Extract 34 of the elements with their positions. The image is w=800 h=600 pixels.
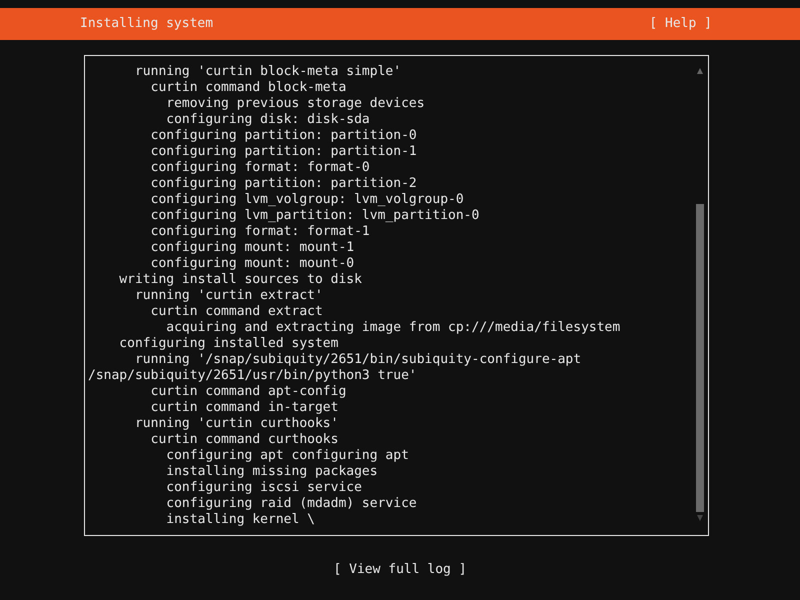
header-title: Installing system (80, 15, 214, 34)
log-line: acquiring and extracting image from cp:///media/filesystem (165, 320, 620, 336)
log-line: running '/snap/subiquity/2651/bin/subiquity-configure-apt (134, 352, 582, 368)
log-line: configuring lvm_partition: lvm_partition-0 (150, 208, 480, 224)
log-line: configuring partition: partition-1 (150, 144, 417, 160)
log-line: curtin command block-meta (150, 80, 346, 96)
log-line: curtin command apt-config (150, 384, 346, 400)
log-line: running 'curtin block-meta simple' (134, 64, 402, 80)
log-line: configuring format: format-0 (150, 160, 370, 176)
log-line: configuring raid (mdadm) service (165, 496, 417, 512)
scrollbar-thumb[interactable] (696, 204, 704, 512)
log-line: writing install sources to disk (118, 272, 362, 288)
log-line: configuring apt configuring apt (165, 448, 409, 464)
log-line: installing kernel \ (165, 512, 315, 528)
log-line: configuring mount: mount-1 (150, 240, 354, 256)
scroll-down-arrow-icon[interactable] (696, 514, 704, 522)
scroll-up-arrow-icon[interactable] (696, 67, 704, 75)
log-line: installing missing packages (165, 464, 378, 480)
log-line: configuring installed system (118, 336, 338, 352)
log-line: curtin command extract (150, 304, 323, 320)
log-line: configuring mount: mount-0 (150, 256, 354, 272)
log-line: /snap/subiquity/2651/usr/bin/python3 true' (88, 368, 417, 384)
log-line: configuring format: format-1 (150, 224, 370, 240)
log-line: running 'curtin curthooks' (134, 416, 338, 432)
log-line: configuring partition: partition-0 (150, 128, 417, 144)
log-line: configuring partition: partition-2 (150, 176, 417, 192)
log-line: curtin command in-target (150, 400, 338, 416)
view-full-log-button[interactable]: [ View full log ] (333, 560, 467, 580)
log-line: configuring lvm_volgroup: lvm_volgroup-0 (150, 192, 464, 208)
log-line: removing previous storage devices (165, 96, 425, 112)
log-line: configuring iscsi service (165, 480, 362, 496)
log-line: curtin command curthooks (150, 432, 338, 448)
log-line: configuring disk: disk-sda (165, 112, 370, 128)
log-line: running 'curtin extract' (134, 288, 323, 304)
